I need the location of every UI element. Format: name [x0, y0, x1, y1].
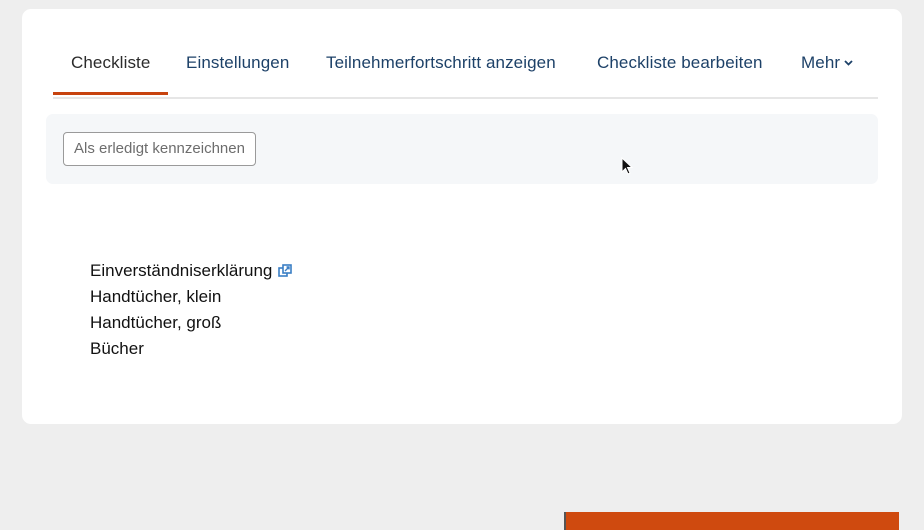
checklist-item-label: Handtücher, groß: [90, 313, 222, 332]
list-item: Handtücher, groß: [90, 310, 292, 336]
external-link-icon[interactable]: [278, 264, 293, 278]
tab-checklist[interactable]: Checkliste: [71, 53, 150, 73]
tab-settings[interactable]: Einstellungen: [186, 53, 289, 73]
mouse-pointer-icon: [621, 157, 633, 175]
activity-header: Als erledigt kennzeichnen: [46, 114, 878, 184]
checklist-item-label: Einverständniserklärung: [90, 261, 273, 280]
checklist-items: Einverständniserklärung Handtücher, klei…: [90, 258, 293, 362]
mark-as-done-button[interactable]: Als erledigt kennzeichnen: [63, 132, 256, 166]
tab-participant-progress[interactable]: Teilnehmerfortschritt anzeigen: [326, 53, 556, 73]
chevron-down-icon: [844, 60, 853, 66]
tab-edit-checklist[interactable]: Checkliste bearbeiten: [597, 53, 763, 73]
active-tab-indicator: [53, 92, 168, 95]
content-card: Checkliste Einstellungen Teilnehmerforts…: [22, 9, 902, 424]
footer-accent-block: [564, 512, 899, 530]
list-item: Einverständniserklärung: [90, 258, 293, 284]
secondary-navigation: Checkliste Einstellungen Teilnehmerforts…: [53, 9, 878, 99]
list-item: Bücher: [90, 336, 292, 362]
tab-more[interactable]: Mehr: [801, 53, 853, 73]
checklist-item-label: Bücher: [90, 339, 144, 358]
checklist-item-label: Handtücher, klein: [90, 287, 222, 306]
tab-more-label: Mehr: [801, 53, 841, 72]
list-item: Handtücher, klein: [90, 284, 292, 310]
